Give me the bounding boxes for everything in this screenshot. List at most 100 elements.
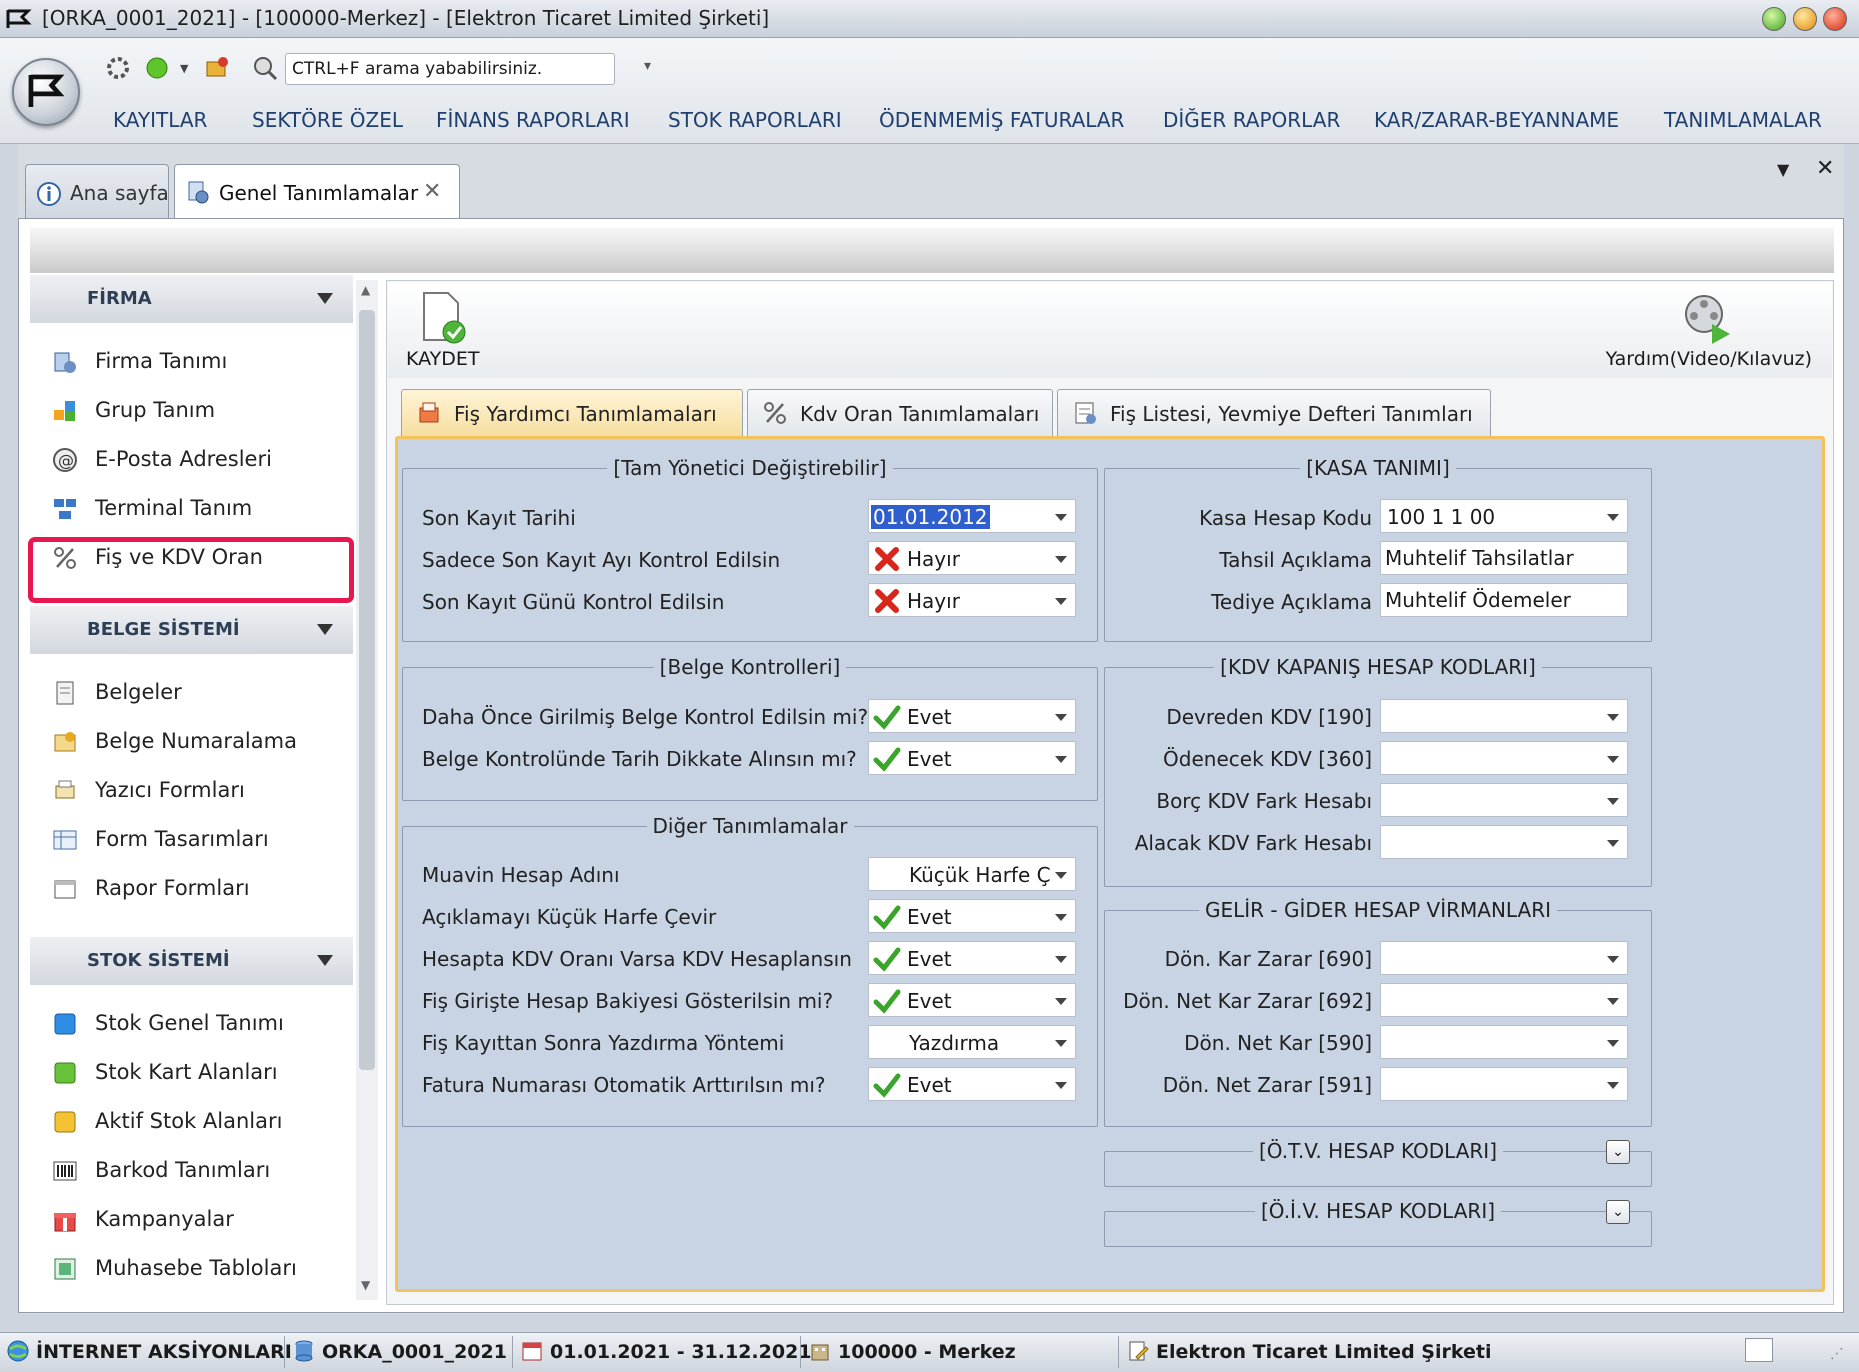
kdv-hesaplansin-select[interactable]: Evet <box>868 941 1076 975</box>
save-button[interactable]: KAYDET <box>398 286 484 374</box>
dropdown-arrow-icon[interactable] <box>1055 956 1067 963</box>
menu-odenmemis-faturalar[interactable]: ÖDENMEMİŞ FATURALAR <box>879 108 1124 132</box>
menu-diger-raporlar[interactable]: DİĞER RAPORLAR <box>1163 108 1340 132</box>
dropdown-arrow-icon[interactable] <box>1055 1040 1067 1047</box>
customize-toolbar-icon[interactable]: ▾ <box>644 58 651 74</box>
expand-oiv-icon[interactable]: ⌄ <box>1606 1200 1630 1224</box>
collapse-icon[interactable] <box>317 293 333 304</box>
dropdown-arrow-icon[interactable] <box>1055 598 1067 605</box>
don-net-kar-zarar-692-select[interactable] <box>1380 983 1628 1017</box>
dropdown-arrow-icon[interactable] <box>1607 840 1619 847</box>
status-green-icon[interactable] <box>143 54 171 82</box>
son-kayit-gunu-select[interactable]: Hayır <box>868 583 1076 617</box>
menu-stok-raporlari[interactable]: STOK RAPORLARI <box>668 108 842 132</box>
dropdown-arrow-icon[interactable] <box>1055 914 1067 921</box>
dropdown-arrow-icon[interactable] <box>1607 998 1619 1005</box>
yazdirma-yontemi-select[interactable]: Yazdırma <box>868 1025 1076 1059</box>
expand-otv-icon[interactable]: ⌄ <box>1606 1140 1630 1164</box>
dropdown-arrow-icon[interactable] <box>1055 1082 1067 1089</box>
sidebar-scrollbar[interactable]: ▲ ▼ <box>356 280 378 1300</box>
application-menu-button[interactable] <box>12 58 80 126</box>
tab-fis-yardimci-tanimlamalari[interactable]: Fiş Yardımcı Tanımlamaları <box>401 389 743 437</box>
sidebar-item-stok-kart-alanlari[interactable]: Stok Kart Alanları <box>52 1054 342 1094</box>
menu-tanimlamalar[interactable]: TANIMLAMALAR <box>1664 108 1822 132</box>
dropdown-arrow-icon[interactable] <box>1055 514 1067 521</box>
dropdown-arrow-icon[interactable] <box>1055 872 1067 879</box>
refresh-icon[interactable] <box>203 54 231 82</box>
don-kar-zarar-690-select[interactable] <box>1380 941 1628 975</box>
dropdown-arrow-icon[interactable] <box>1607 514 1619 521</box>
sidebar-section-stok-sistemi[interactable]: STOK SİSTEMİ <box>30 937 353 985</box>
chevron-down-icon[interactable]: ▼ <box>180 62 188 75</box>
dropdown-arrow-icon[interactable] <box>1607 956 1619 963</box>
sidebar-item-belge-numaralama[interactable]: Belge Numaralama <box>52 723 342 763</box>
sidebar-section-firma[interactable]: FİRMA <box>30 275 353 323</box>
alacak-kdv-fark-select[interactable] <box>1380 825 1628 859</box>
sidebar-item-yazici-formlari[interactable]: Yazıcı Formları <box>52 772 342 812</box>
dropdown-arrow-icon[interactable] <box>1607 714 1619 721</box>
close-document-icon[interactable]: ✕ <box>1816 156 1834 181</box>
dropdown-arrow-icon[interactable] <box>1055 756 1067 763</box>
scroll-down-icon[interactable]: ▼ <box>361 1278 370 1292</box>
dropdown-arrow-icon[interactable] <box>1607 1040 1619 1047</box>
aciklama-kucuk-select[interactable]: Evet <box>868 899 1076 933</box>
dropdown-arrow-icon[interactable] <box>1055 998 1067 1005</box>
menu-sektore-ozel[interactable]: SEKTÖRE ÖZEL <box>252 108 403 132</box>
don-net-zarar-591-select[interactable] <box>1380 1067 1628 1101</box>
sidebar-item-grup-tanim[interactable]: Grup Tanım <box>52 392 342 432</box>
dropdown-arrow-icon[interactable] <box>1055 714 1067 721</box>
tediye-aciklama-input[interactable]: Muhtelif Ödemeler <box>1380 583 1628 617</box>
don-net-kar-590-select[interactable] <box>1380 1025 1628 1059</box>
hesap-bakiyesi-select[interactable]: Evet <box>868 983 1076 1017</box>
sidebar-item-firma-tanimi[interactable]: Firma Tanımı <box>52 343 342 383</box>
kasa-hesap-kodu-select[interactable]: 100 1 1 00 <box>1380 499 1628 533</box>
dropdown-arrow-icon[interactable] <box>1607 756 1619 763</box>
dropdown-arrow-icon[interactable] <box>1607 798 1619 805</box>
sidebar-section-belge-sistemi[interactable]: BELGE SİSTEMİ <box>30 606 353 654</box>
sidebar-item-aktif-stok-alanlari[interactable]: Aktif Stok Alanları <box>52 1103 342 1143</box>
tools-icon[interactable] <box>104 54 132 82</box>
tahsil-aciklama-input[interactable]: Muhtelif Tahsilatlar <box>1380 541 1628 575</box>
devreden-kdv-select[interactable] <box>1380 699 1628 733</box>
tab-genel-tanimlamalar[interactable]: Genel Tanımlamalar ✕ <box>174 164 460 220</box>
menu-kar-zarar-beyanname[interactable]: KAR/ZARAR-BEYANNAME <box>1374 108 1619 132</box>
close-tab-icon[interactable]: ✕ <box>423 179 441 204</box>
sidebar-item-kampanyalar[interactable]: Kampanyalar <box>52 1201 342 1241</box>
search-input[interactable]: CTRL+F arama yababilirsiniz. <box>285 53 615 85</box>
menu-finans-raporlari[interactable]: FİNANS RAPORLARI <box>436 108 630 132</box>
minimize-button[interactable] <box>1762 7 1786 31</box>
collapse-icon[interactable] <box>317 624 333 635</box>
belge-kontrol-select[interactable]: Evet <box>868 699 1076 733</box>
scroll-thumb[interactable] <box>359 310 375 1070</box>
status-internet-actions[interactable]: İNTERNET AKSİYONLARI <box>6 1339 292 1363</box>
help-video-button[interactable]: Yardım(Video/Kılavuz) <box>1598 286 1818 374</box>
tarih-dikkate-select[interactable]: Evet <box>868 741 1076 775</box>
sidebar-item-form-tasarimlari[interactable]: Form Tasarımları <box>52 821 342 861</box>
sidebar-item-e-posta-adresleri[interactable]: @ E-Posta Adresleri <box>52 441 342 481</box>
sidebar-item-stok-genel-tanimi[interactable]: Stok Genel Tanımı <box>52 1005 342 1045</box>
search-icon[interactable] <box>251 54 279 82</box>
sidebar-item-rapor-formlari[interactable]: Rapor Formları <box>52 870 342 910</box>
muavin-hesap-select[interactable]: Küçük Harfe Ç <box>868 857 1076 891</box>
resize-grip-icon[interactable]: ⋰ <box>1830 1346 1844 1362</box>
menu-kayitlar[interactable]: KAYITLAR <box>113 108 207 132</box>
tab-list-dropdown-icon[interactable]: ▼ <box>1777 160 1789 179</box>
maximize-button[interactable] <box>1793 7 1817 31</box>
tab-fis-listesi-yevmiye[interactable]: Fiş Listesi, Yevmiye Defteri Tanımları <box>1057 389 1491 437</box>
tab-kdv-oran-tanimlamalari[interactable]: Kdv Oran Tanımlamaları <box>747 389 1053 437</box>
collapse-icon[interactable] <box>317 955 333 966</box>
borc-kdv-fark-select[interactable] <box>1380 783 1628 817</box>
dropdown-arrow-icon[interactable] <box>1055 556 1067 563</box>
panel-toggle-icon[interactable] <box>1745 1338 1773 1362</box>
sidebar-item-belgeler[interactable]: Belgeler <box>52 674 342 714</box>
fatura-numarasi-select[interactable]: Evet <box>868 1067 1076 1101</box>
sidebar-item-terminal-tanim[interactable]: Terminal Tanım <box>52 490 342 530</box>
tab-ana-sayfa[interactable]: Ana sayfa <box>25 164 169 220</box>
son-kayit-tarihi-picker[interactable]: 01.01.2012 <box>868 499 1076 533</box>
scroll-up-icon[interactable]: ▲ <box>361 283 370 297</box>
close-window-button[interactable] <box>1823 7 1847 31</box>
sidebar-item-barkod-tanimlari[interactable]: Barkod Tanımları <box>52 1152 342 1192</box>
dropdown-arrow-icon[interactable] <box>1607 1082 1619 1089</box>
odenecek-kdv-select[interactable] <box>1380 741 1628 775</box>
son-kayit-ayi-select[interactable]: Hayır <box>868 541 1076 575</box>
